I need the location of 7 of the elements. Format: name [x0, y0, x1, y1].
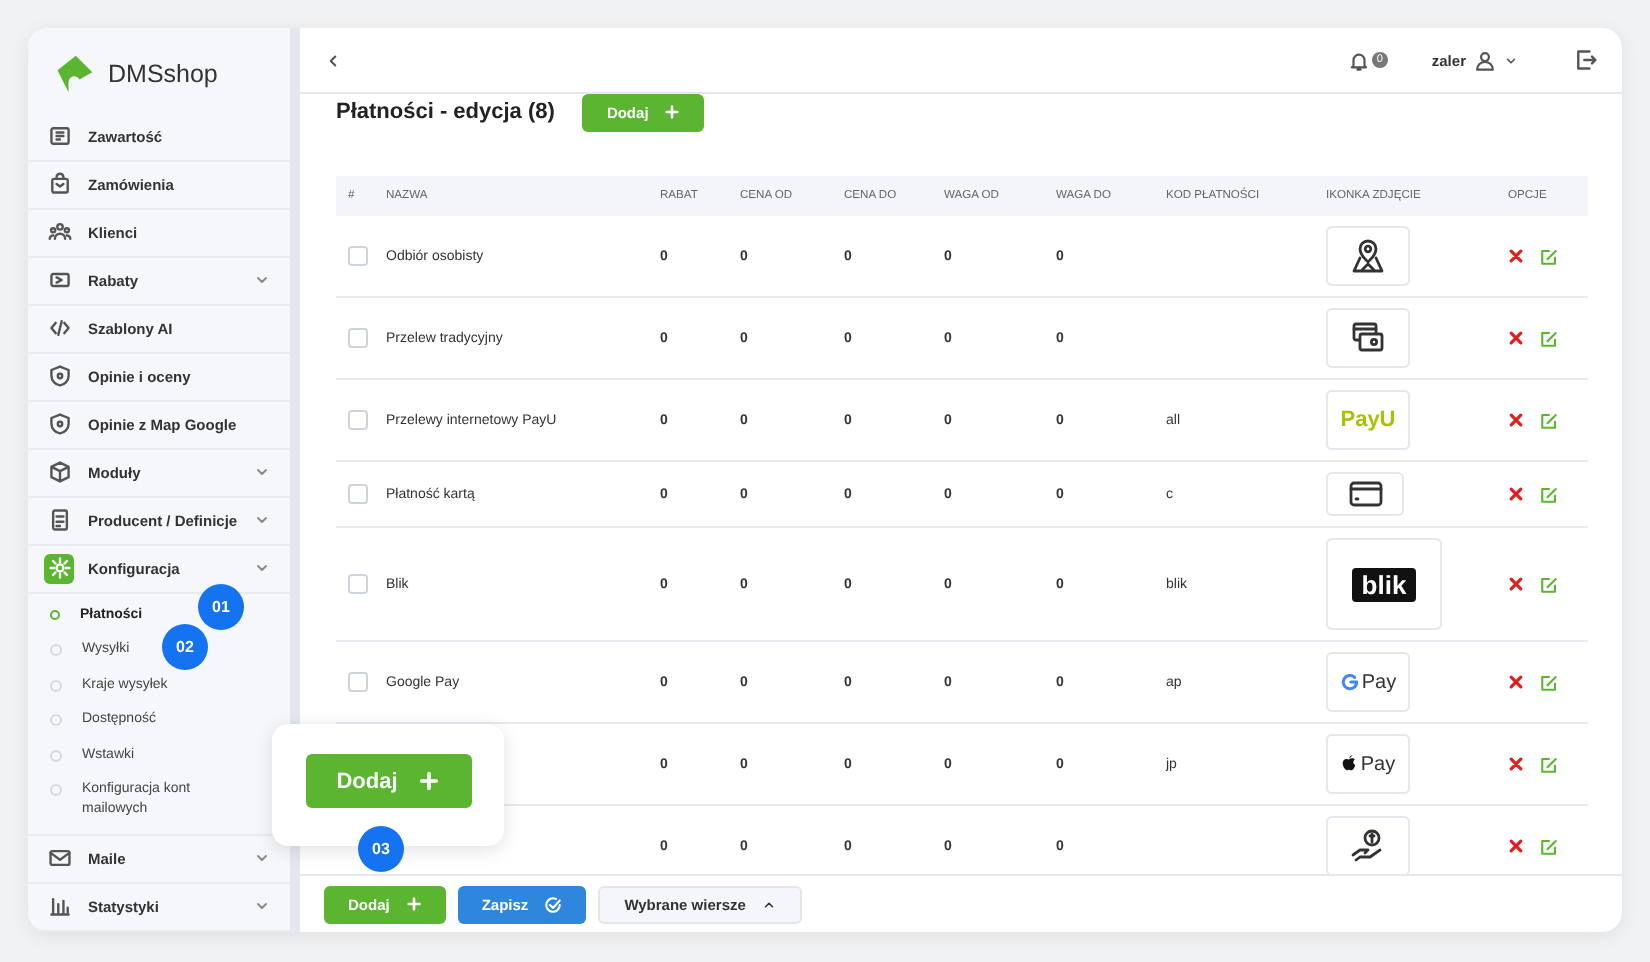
logo-text: Pay	[1340, 753, 1396, 775]
logo-text: Pay	[1339, 671, 1397, 693]
logo-text: PayU	[1340, 408, 1396, 432]
page-title: Płatności - edycja (8)	[336, 100, 555, 124]
step-badge: 03	[358, 826, 404, 872]
logo-text: DMSshop	[108, 59, 218, 88]
logo-text: blik	[1351, 567, 1417, 601]
